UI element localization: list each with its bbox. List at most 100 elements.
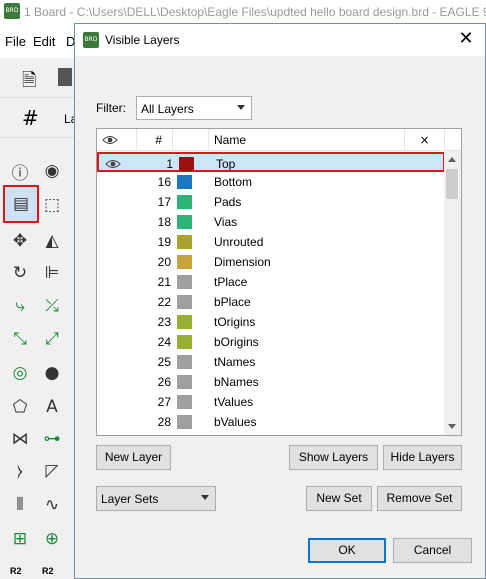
layer-name: Top xyxy=(216,157,236,171)
scroll-up-icon[interactable] xyxy=(448,157,456,162)
layer-number: 26 xyxy=(157,375,171,389)
layer-name: tPlace xyxy=(214,275,248,289)
add-gate-icon[interactable]: ⊕ xyxy=(38,526,66,552)
layer-visibility-toggle[interactable] xyxy=(105,158,121,170)
select-group-icon[interactable]: ⬚ xyxy=(38,192,66,218)
polygon-icon[interactable]: ⬠ xyxy=(6,394,34,420)
layer-visibility-toggle[interactable] xyxy=(103,396,119,408)
signal-icon[interactable]: ⊶ xyxy=(38,426,66,452)
ripup-icon[interactable]: ⤰ xyxy=(38,293,66,319)
layer-color-swatch[interactable] xyxy=(177,195,192,209)
layer-visibility-toggle[interactable] xyxy=(103,236,119,248)
export-icon[interactable]: 🗎 xyxy=(22,68,36,98)
new-layer-button[interactable]: New Layer xyxy=(96,445,171,470)
color-column-header[interactable] xyxy=(173,129,209,151)
hide-layers-button[interactable]: Hide Layers xyxy=(383,445,462,470)
route-icon[interactable]: ⤷ xyxy=(6,293,34,319)
layer-row[interactable]: 16 Bottom xyxy=(97,172,445,192)
layer-visibility-toggle[interactable] xyxy=(103,196,119,208)
layers-scrollbar[interactable] xyxy=(444,151,461,435)
eagle-app-icon: BRD xyxy=(4,3,20,19)
layer-row[interactable]: 24 bOrigins xyxy=(97,332,445,352)
cancel-button[interactable]: Cancel xyxy=(393,538,472,563)
layer-row[interactable]: 1 Top xyxy=(97,152,445,172)
grid-icon[interactable]: # xyxy=(22,106,39,130)
layer-sets-dropdown[interactable]: Layer Sets xyxy=(96,486,216,511)
layer-visibility-toggle[interactable] xyxy=(103,296,119,308)
layer-row[interactable]: 19 Unrouted xyxy=(97,232,445,252)
scroll-thumb[interactable] xyxy=(446,169,458,199)
layer-color-swatch[interactable] xyxy=(177,335,192,349)
new-set-button[interactable]: New Set xyxy=(306,486,372,511)
optimize-icon[interactable]: ⤢ xyxy=(38,326,66,352)
align-icon[interactable]: ⊫ xyxy=(38,260,66,286)
layer-visibility-toggle[interactable] xyxy=(103,216,119,228)
dimension-icon[interactable]: ⫴ xyxy=(6,492,34,518)
layer-visibility-toggle[interactable] xyxy=(103,176,119,188)
layer-name: bNames xyxy=(214,375,259,389)
layer-row[interactable]: 17 Pads xyxy=(97,192,445,212)
layer-visibility-toggle[interactable] xyxy=(103,336,119,348)
close-icon[interactable]: ✕ xyxy=(455,28,477,50)
layer-row[interactable]: 22 bPlace xyxy=(97,292,445,312)
show-layers-button[interactable]: Show Layers xyxy=(289,445,378,470)
layer-color-swatch[interactable] xyxy=(177,175,192,189)
scroll-down-icon[interactable] xyxy=(448,424,456,429)
menu-edit[interactable]: Edit xyxy=(33,34,55,49)
menu-file[interactable]: File xyxy=(5,34,26,49)
layer-row[interactable]: 20 Dimension xyxy=(97,252,445,272)
polygon-fill-icon[interactable]: ● xyxy=(38,360,66,386)
split-icon[interactable]: ⤡ xyxy=(6,326,34,352)
layer-row[interactable]: 21 tPlace xyxy=(97,272,445,292)
layer-row[interactable]: 26 bNames xyxy=(97,372,445,392)
layer-row[interactable]: 18 Vias xyxy=(97,212,445,232)
layer-color-swatch[interactable] xyxy=(179,157,194,171)
miter-icon[interactable]: ◸ xyxy=(38,458,66,484)
layer-number: 19 xyxy=(157,235,171,249)
info-icon[interactable]: ⓘ xyxy=(6,158,34,184)
layer-color-swatch[interactable] xyxy=(177,295,192,309)
add-part-icon[interactable]: ⊞ xyxy=(6,526,34,552)
move-icon[interactable]: ✥ xyxy=(6,228,34,254)
mirror-icon[interactable]: ◭ xyxy=(38,228,66,254)
layer-visibility-toggle[interactable] xyxy=(103,376,119,388)
layer-color-swatch[interactable] xyxy=(177,255,192,269)
text-icon[interactable]: A xyxy=(38,394,66,420)
clear-column-header[interactable]: × xyxy=(405,129,445,151)
rotate-icon[interactable]: ↻ xyxy=(6,260,34,286)
layer-color-swatch[interactable] xyxy=(177,355,192,369)
layer-row[interactable]: 28 bValues xyxy=(97,412,445,432)
layer-color-swatch[interactable] xyxy=(177,415,192,429)
layer-name: bValues xyxy=(214,415,257,429)
layer-row[interactable]: 27 tValues xyxy=(97,392,445,412)
layer-color-swatch[interactable] xyxy=(177,275,192,289)
ok-button[interactable]: OK xyxy=(308,538,386,563)
via-icon[interactable]: ◎ xyxy=(6,360,34,386)
meander-icon[interactable]: ∿ xyxy=(38,492,66,518)
layer-settings-icon[interactable]: ▤ xyxy=(3,185,39,223)
name-column-header[interactable]: Name xyxy=(209,129,405,151)
number-column-header[interactable]: # xyxy=(137,129,173,151)
layer-visibility-toggle[interactable] xyxy=(103,416,119,428)
layer-visibility-toggle[interactable] xyxy=(103,316,119,328)
save-icon[interactable] xyxy=(58,68,72,86)
show-icon[interactable]: ◉ xyxy=(38,158,66,184)
attribute-icon[interactable]: ⧽ xyxy=(6,458,34,484)
layer-visibility-toggle[interactable] xyxy=(103,276,119,288)
layer-color-swatch[interactable] xyxy=(177,215,192,229)
layer-name: Dimension xyxy=(214,255,271,269)
net-icon[interactable]: ⋈ xyxy=(6,426,34,452)
layer-color-swatch[interactable] xyxy=(177,395,192,409)
layer-row[interactable]: 25 tNames xyxy=(97,352,445,372)
filter-dropdown[interactable]: All Layers xyxy=(136,96,252,120)
remove-set-button[interactable]: Remove Set xyxy=(377,486,462,511)
palette-bottom-label-2: R2 xyxy=(42,566,54,576)
layer-visibility-toggle[interactable] xyxy=(103,256,119,268)
layer-visibility-toggle[interactable] xyxy=(103,356,119,368)
layers-table[interactable]: # Name × 1 Top 16 Bottom 17 Pads 18 Vias 19 Unrou… xyxy=(96,128,462,436)
layer-color-swatch[interactable] xyxy=(177,375,192,389)
layer-row[interactable]: 23 tOrigins xyxy=(97,312,445,332)
visibility-column-header[interactable] xyxy=(97,129,137,151)
layer-color-swatch[interactable] xyxy=(177,315,192,329)
layer-color-swatch[interactable] xyxy=(177,235,192,249)
